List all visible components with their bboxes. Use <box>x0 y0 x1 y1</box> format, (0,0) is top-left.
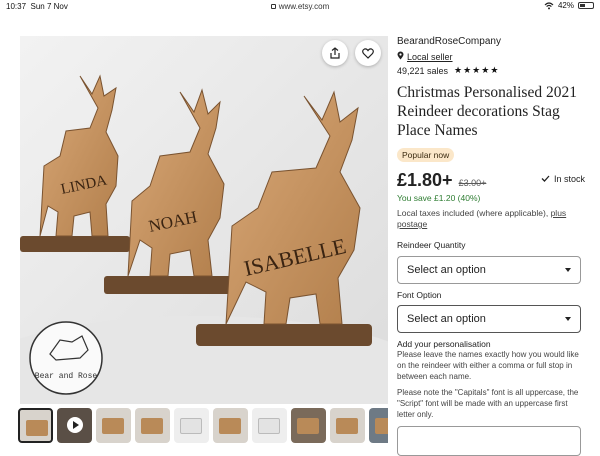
thumbnail-2-video[interactable] <box>57 408 92 443</box>
thumbnail-3[interactable] <box>96 408 131 443</box>
favorite-button[interactable] <box>355 40 381 66</box>
sales-row: 49,221 sales ★★★★★ <box>397 65 587 76</box>
quantity-field: Reindeer Quantity Select an option <box>397 240 581 284</box>
personalisation-help-2: Please note the "Capitals" font is all u… <box>397 388 579 419</box>
rating-stars[interactable]: ★★★★★ <box>454 65 499 76</box>
thumbnail-1[interactable] <box>18 408 53 443</box>
font-field: Font Option Select an option <box>397 290 581 333</box>
quantity-label: Reindeer Quantity <box>397 240 466 250</box>
local-seller-label: Local seller <box>407 51 453 62</box>
play-icon <box>67 417 83 433</box>
thumbnail-4[interactable] <box>135 408 170 443</box>
font-select[interactable]: Select an option <box>397 305 581 333</box>
thumbnail-8[interactable] <box>291 408 326 443</box>
logo-text: Bear and Rose <box>35 372 98 381</box>
taxes-text: Local taxes included (where applicable), <box>397 208 549 218</box>
quantity-select[interactable]: Select an option <box>397 256 581 284</box>
status-indicators: 42% <box>544 1 594 10</box>
popular-badge: Popular now <box>397 148 455 162</box>
url-text: www.etsy.com <box>278 2 330 11</box>
price-row: £1.80+ £3.00+ In stock <box>397 170 587 191</box>
thumbnail-7[interactable] <box>252 408 287 443</box>
wifi-icon <box>544 1 554 10</box>
thumbnail-strip <box>18 408 388 446</box>
local-seller[interactable]: Local seller <box>397 51 587 62</box>
personalisation-label: Add your personalisation <box>397 339 491 349</box>
taxes-note: Local taxes included (where applicable),… <box>397 208 587 230</box>
thumbnail-6[interactable] <box>213 408 248 443</box>
personalisation-help-1: Please leave the names exactly how you w… <box>397 350 579 381</box>
quantity-select-value: Select an option <box>407 264 486 276</box>
personalisation-section: Add your personalisation Please leave th… <box>397 339 587 420</box>
font-label: Font Option <box>397 290 442 300</box>
chevron-down-icon <box>565 317 571 321</box>
savings-text: You save £1.20 (40%) <box>397 193 481 203</box>
lock-icon <box>270 4 276 9</box>
reindeer-photo: LINDA NOAH ISABELLE Bear and Rose <box>20 36 388 404</box>
stock-status: In stock <box>541 174 585 184</box>
thumbnail-10[interactable] <box>369 408 388 443</box>
sales-count: 49,221 sales <box>397 65 449 76</box>
share-button[interactable] <box>322 40 348 66</box>
status-bar: 10:37 Sun 7 Nov www.etsy.com 42% <box>0 0 600 14</box>
stock-label: In stock <box>553 174 585 184</box>
product-title: Christmas Personalised 2021 Reindeer dec… <box>397 84 577 139</box>
price: £1.80+ <box>397 170 453 190</box>
check-icon <box>541 174 550 184</box>
chevron-down-icon <box>565 268 571 272</box>
shop-name-link[interactable]: BearandRoseCompany <box>397 36 587 47</box>
personalisation-input[interactable] <box>397 426 581 456</box>
location-pin-icon <box>397 51 404 62</box>
thumbnail-9[interactable] <box>330 408 365 443</box>
thumbnail-5[interactable] <box>174 408 209 443</box>
battery-fill <box>580 4 585 7</box>
share-icon <box>329 47 341 59</box>
bear-and-rose-logo: Bear and Rose <box>29 321 103 395</box>
address-bar[interactable]: www.etsy.com <box>0 2 600 11</box>
battery-icon <box>578 2 594 9</box>
font-select-value: Select an option <box>407 313 486 325</box>
battery-percent: 42% <box>557 1 574 10</box>
heart-icon <box>362 47 374 59</box>
product-info: BearandRoseCompany Local seller 49,221 s… <box>397 36 587 230</box>
old-price: £3.00+ <box>458 178 487 188</box>
product-image[interactable]: LINDA NOAH ISABELLE Bear and Rose <box>20 36 388 404</box>
